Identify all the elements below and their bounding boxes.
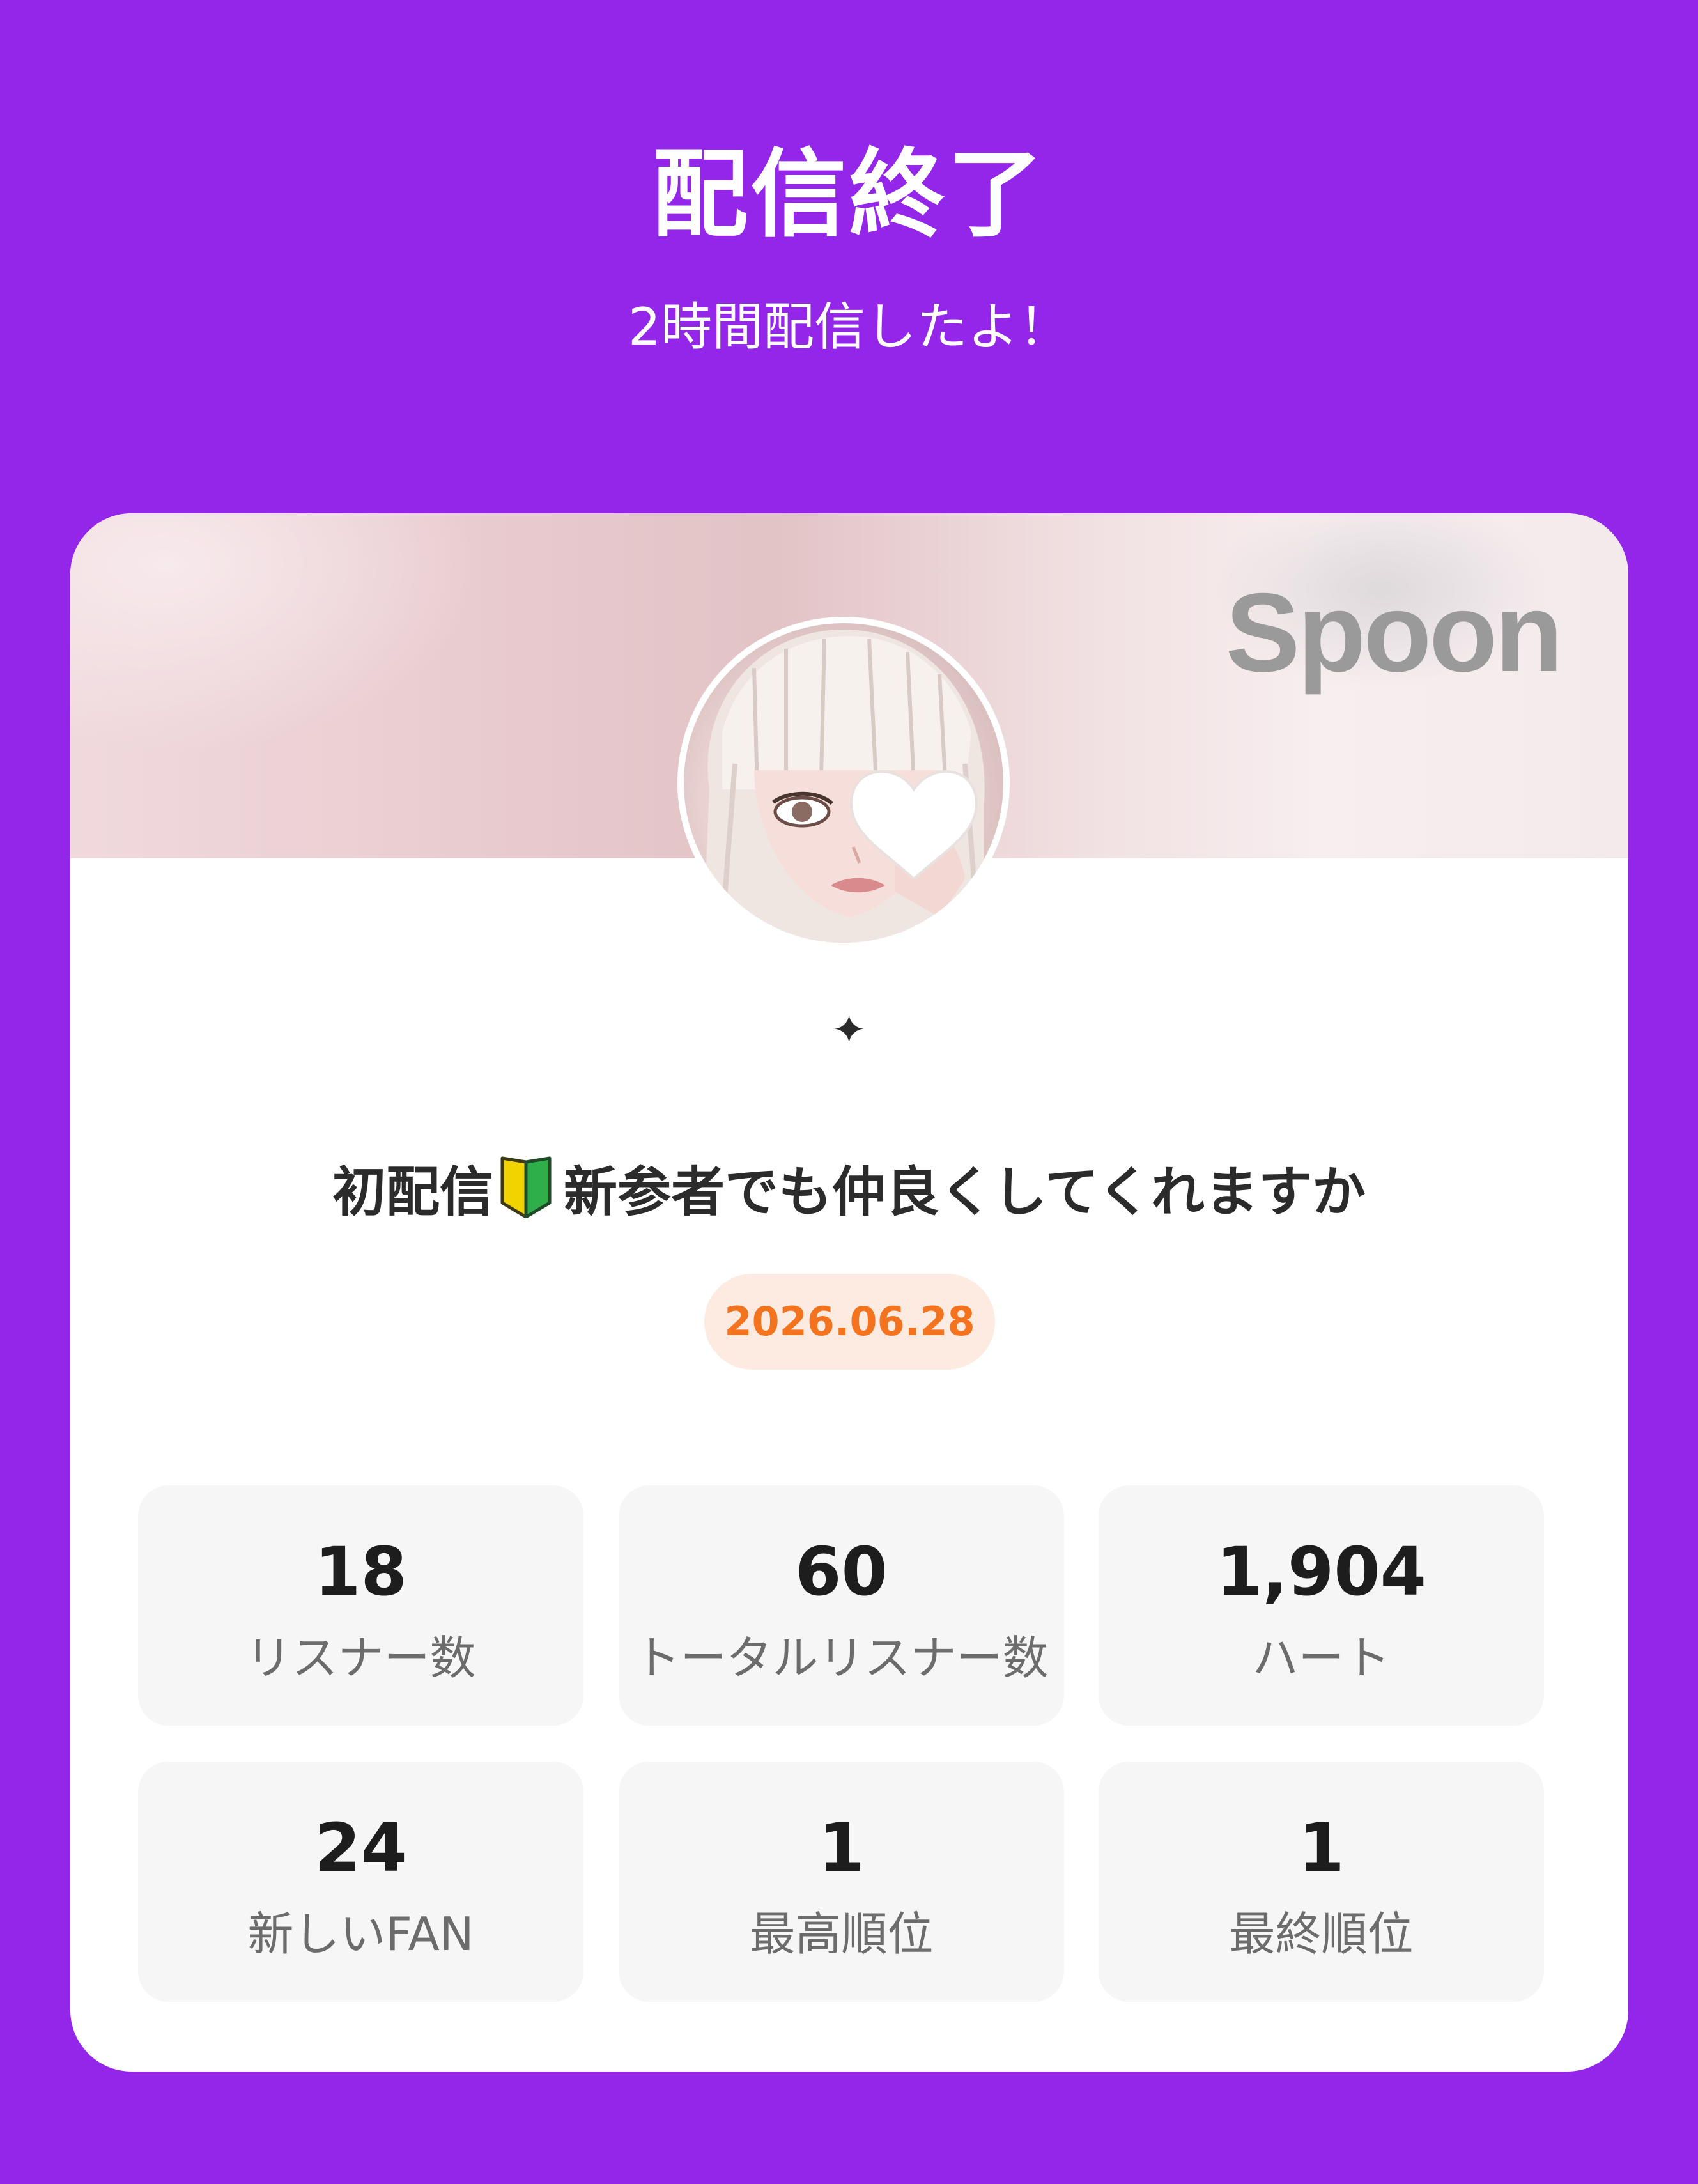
- avatar-illustration: [703, 630, 985, 943]
- stat-new-fans: 24 新しいFAN: [138, 1762, 583, 2002]
- stat-hearts: 1,904 ハート: [1099, 1485, 1544, 1726]
- stat-label: リスナー数: [245, 1631, 476, 1685]
- beginner-mark-icon: [500, 1156, 552, 1238]
- stream-title-prefix: 初配信: [332, 1161, 494, 1223]
- stat-final-rank: 1 最終順位: [1099, 1762, 1544, 2002]
- stream-title: 初配信 新参者でも仲良くしてくれますか: [0, 1154, 1698, 1238]
- stat-value: 24: [314, 1809, 407, 1887]
- stat-label: トータルリスナー数: [634, 1631, 1049, 1685]
- stat-value: 1: [818, 1809, 865, 1887]
- sparkle-icon: ✦: [831, 1007, 867, 1054]
- page-title: 配信終了: [652, 139, 1046, 251]
- stat-label: 新しいFAN: [247, 1907, 474, 1961]
- stat-label: ハート: [1252, 1631, 1391, 1685]
- stat-label: 最高順位: [749, 1907, 934, 1961]
- spoon-logo: Spoon: [1225, 571, 1563, 695]
- avatar: [677, 617, 1010, 949]
- stat-highest-rank: 1 最高順位: [619, 1762, 1064, 2002]
- stat-value: 60: [795, 1533, 888, 1611]
- page-subtitle: 2時間配信したよ！: [628, 297, 1070, 357]
- stat-listeners: 18 リスナー数: [138, 1485, 583, 1726]
- stat-value: 18: [314, 1533, 407, 1611]
- stat-value: 1,904: [1216, 1533, 1426, 1611]
- date-badge: 2026.06.28: [704, 1274, 995, 1370]
- stat-total-listeners: 60 トータルリスナー数: [619, 1485, 1064, 1726]
- stat-value: 1: [1298, 1809, 1345, 1887]
- stream-title-suffix: 新参者でも仲良くしてくれますか: [564, 1161, 1366, 1223]
- stat-label: 最終順位: [1229, 1907, 1414, 1961]
